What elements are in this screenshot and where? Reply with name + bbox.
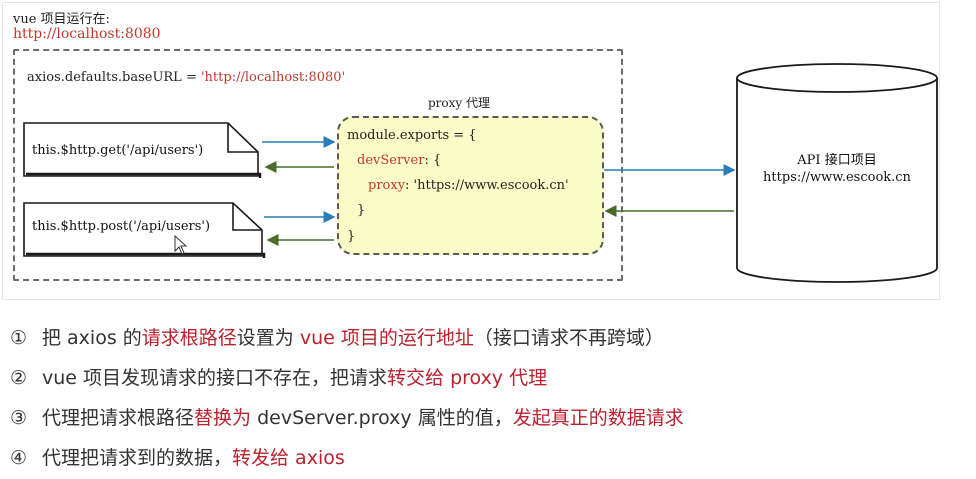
step-text: devServer.proxy 属性的值， [251, 407, 513, 429]
code-line-3: proxy: 'https://www.escook.cn' [368, 178, 569, 193]
step-text: vue 项目发现请求的接口不存在，把请求 [42, 367, 388, 389]
step-highlight-text: vue 项目的运行地址 [299, 327, 474, 349]
api-server-label: API 接口项目 https://www.escook.cn [737, 152, 937, 186]
api-server-title: API 接口项目 [797, 153, 877, 168]
code-devserver-key: devServer [357, 153, 425, 168]
step-highlight-text: 请求根路径 [141, 327, 237, 349]
step-text: 把 axios 的 [42, 327, 142, 349]
get-request-code: this.$http.get('/api/users') [32, 143, 204, 158]
code-line-5: } [347, 229, 356, 244]
step-number: ③ [10, 407, 28, 429]
step-text: （接口请求不再跨域） [473, 327, 664, 349]
step-highlight-text: 转发给 axios [232, 447, 345, 469]
step-item: ① 把 axios 的请求根路径设置为 vue 项目的运行地址（接口请求不再跨域） [10, 323, 664, 350]
step-highlight-text: 转交给 proxy 代理 [387, 367, 548, 389]
api-server-url: https://www.escook.cn [763, 170, 911, 185]
code-line-4: } [357, 203, 366, 218]
step-text: 代理把请求根路径 [42, 407, 195, 429]
step-text: 设置为 [236, 327, 300, 349]
step-highlight-text: 替换为 [194, 407, 252, 429]
step-item: ④ 代理把请求到的数据，转发给 axios [10, 443, 345, 470]
step-item: ③ 代理把请求根路径替换为 devServer.proxy 属性的值，发起真正的数… [10, 403, 684, 430]
post-request-code: this.$http.post('/api/users') [32, 219, 211, 234]
step-number: ② [10, 367, 28, 389]
code-line-2: devServer: { [357, 153, 441, 168]
step-number: ④ [10, 447, 28, 469]
code-line-1: module.exports = { [347, 128, 477, 143]
code-proxy-key: proxy [368, 178, 406, 193]
code-proxy-rest: : 'https://www.escook.cn' [405, 178, 569, 193]
step-item: ② vue 项目发现请求的接口不存在，把请求转交给 proxy 代理 [10, 363, 547, 390]
step-number: ① [10, 327, 28, 349]
code-devserver-rest: : { [424, 153, 442, 168]
step-highlight-text: 发起真正的数据请求 [512, 407, 684, 429]
step-text: 代理把请求到的数据， [42, 447, 233, 469]
